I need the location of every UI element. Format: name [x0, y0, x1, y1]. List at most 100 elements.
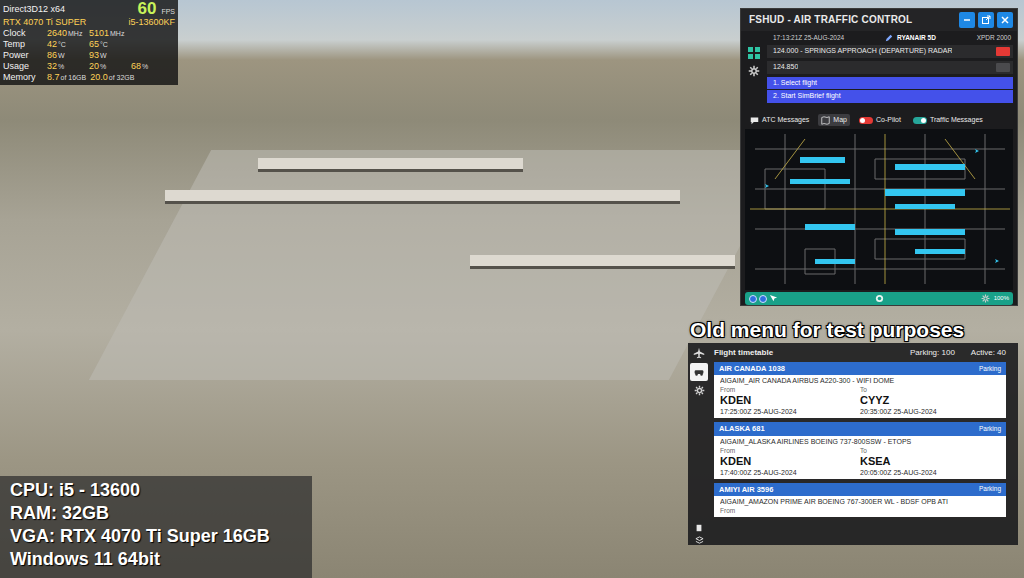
fps-counter: 60FPS [137, 1, 175, 17]
destination-column: ToKSEA20:05:00Z 25-AUG-2024 [860, 446, 1000, 477]
cursor-icon[interactable] [769, 294, 778, 303]
zoom-in-button[interactable] [749, 295, 757, 303]
map-controls [749, 294, 778, 303]
perf-row: Memory8.7of 16GB 20.0of 32GB [3, 72, 175, 83]
flight-entry[interactable]: AIR CANADA 1038 Parking AIGAIM_AIR CANADA … [714, 362, 1006, 418]
perf-label: Memory [3, 72, 47, 83]
tab-bar: ATC Messages Map Co-Pilot Traffic Messages [741, 114, 1017, 127]
menu-label: 1. Select flight [773, 78, 817, 89]
title-bar: FSHUD - AIR TRAFFIC CONTROL [741, 9, 1017, 31]
aircraft-model: AIGAIM_AIR CANADA AIRBUS A220-300 - WIFI… [720, 376, 1000, 385]
window-title: FSHUD - AIR TRAFFIC CONTROL [749, 12, 912, 27]
toggle-item[interactable]: Co-Pilot [856, 114, 904, 127]
perf-unit: % [100, 63, 106, 70]
center-icon[interactable] [875, 294, 884, 303]
toggle-label: Traffic Messages [930, 115, 983, 126]
perf-cell: 20.0of 32GB [90, 72, 134, 83]
toggle-knob [921, 118, 926, 123]
toggle-switch[interactable] [913, 117, 927, 124]
toggle-item[interactable]: Traffic Messages [910, 114, 986, 127]
perf-cell: 2640MHz [47, 28, 85, 39]
perf-value: 5101 [89, 28, 109, 38]
to-label: To [860, 446, 1000, 455]
perf-value: 42 [47, 39, 57, 49]
perf-unit: W [58, 52, 65, 59]
arrival-time: 20:35:00Z 25-AUG-2024 [860, 407, 1000, 416]
map-toolbar: 100% [745, 292, 1013, 305]
perf-cell: 68% [131, 61, 169, 72]
perf-unit: °C [100, 41, 108, 48]
map-zoom: 100% [981, 294, 1009, 303]
perf-label: Temp [3, 39, 47, 50]
minimize-button[interactable] [959, 12, 975, 28]
transponder: XPDR 2000 [977, 33, 1011, 43]
atc-window: FSHUD - AIR TRAFFIC CONTROL17:13:21Z 25-… [740, 8, 1018, 306]
map-canvas[interactable] [745, 129, 1013, 290]
destination-column [860, 506, 1000, 515]
flight-title-bar: AIR CANADA 1038 Parking [714, 362, 1006, 375]
vehicle-tab[interactable] [690, 363, 708, 381]
perf-unit: W [100, 52, 107, 59]
origin-column: From [720, 506, 860, 515]
hardware-names: RTX 4070 Ti SUPERi5-13600KF [3, 17, 175, 28]
perf-unit: MHz [68, 30, 82, 37]
menu-item[interactable]: 1. Select flight [767, 77, 1013, 90]
callsign: RYANAIR 5D [885, 33, 936, 43]
perf-row: Clock2640MHz5101MHz [3, 28, 175, 39]
settings-icon[interactable] [981, 294, 990, 303]
flight-status: Parking [979, 364, 1001, 374]
toggle-switch[interactable] [859, 117, 873, 124]
performance-overlay: Direct3D12 x64 60FPSRTX 4070 Ti SUPERi5-1… [0, 0, 178, 85]
tab[interactable]: Map [818, 114, 850, 127]
plane-icon[interactable] [693, 347, 705, 359]
flight-callsign: ALASKA 681 [719, 423, 765, 434]
from-label: From [720, 506, 860, 515]
gear-icon[interactable] [748, 65, 760, 77]
window-buttons [956, 12, 1013, 28]
frequency-row[interactable]: 124.850 [767, 61, 1013, 74]
gear-icon[interactable] [694, 385, 705, 396]
map-icon [821, 116, 830, 125]
frequency-row[interactable]: 124.000 - SPRINGS APPROACH (DEPARTURE) R… [767, 45, 1013, 58]
perf-row: Usage32%20%68% [3, 61, 175, 72]
origin-code: KDEN [720, 394, 860, 407]
perf-cell: 8.7of 16GB [47, 72, 86, 83]
airport-map[interactable] [745, 129, 1013, 290]
vehicle-icon [694, 367, 704, 377]
flight-entry[interactable]: ALASKA 681ParkingAIGAIM_ALASKA AIRLINES … [714, 422, 1006, 478]
atc-content: 124.000 - SPRINGS APPROACH (DEPARTURE) R… [767, 45, 1017, 104]
pencil-icon[interactable] [885, 34, 893, 42]
popout-button[interactable] [978, 12, 994, 28]
popout-icon [981, 15, 991, 25]
perf-unit: of 32GB [109, 74, 135, 81]
frequency-label: 124.000 - SPRINGS APPROACH (DEPARTURE) R… [773, 46, 952, 57]
concourse [470, 255, 735, 269]
grid-icon[interactable] [748, 47, 760, 59]
zoom-out-button[interactable] [759, 295, 767, 303]
flight-info-row: 17:13:21Z 25-AUG-2024RYANAIR 5DXPDR 2000 [741, 31, 1017, 45]
frequency-indicator [996, 63, 1010, 72]
destination-code: KSEA [860, 455, 1000, 468]
perf-label: Power [3, 50, 47, 61]
departure-time: 17:25:00Z 25-AUG-2024 [720, 407, 860, 416]
slider-icon[interactable] [695, 524, 703, 532]
layers-icon[interactable] [695, 536, 704, 545]
menu-item[interactable]: 2. Start SimBrief flight [767, 90, 1013, 103]
perf-cell: 93W [89, 50, 127, 61]
from-label: From [720, 385, 860, 394]
test-menu-heading: Old menu for test purposes [690, 314, 964, 346]
flight-entry[interactable]: AMIYI AIR 3596ParkingAIGAIM_AMAZON PRIME… [714, 483, 1006, 517]
origin-column: FromKDEN17:25:00Z 25-AUG-2024 [720, 385, 860, 416]
atc-sidebar [741, 45, 767, 104]
perf-unit: MHz [110, 30, 124, 37]
tab[interactable]: ATC Messages [747, 114, 812, 127]
concourse [258, 158, 523, 172]
flight-callsign: AIR CANADA 1038 [719, 363, 785, 374]
close-button[interactable] [997, 12, 1013, 28]
active-count: Active: 40 [971, 347, 1006, 359]
graphics-api: Direct3D12 x64 [3, 4, 65, 15]
zoom-level: 100% [994, 294, 1009, 303]
fps-unit: FPS [161, 6, 175, 17]
timetable-panel: Flight timetableParking: 100Active: 40AI… [688, 343, 1018, 545]
timetable-sidebar [688, 343, 710, 545]
